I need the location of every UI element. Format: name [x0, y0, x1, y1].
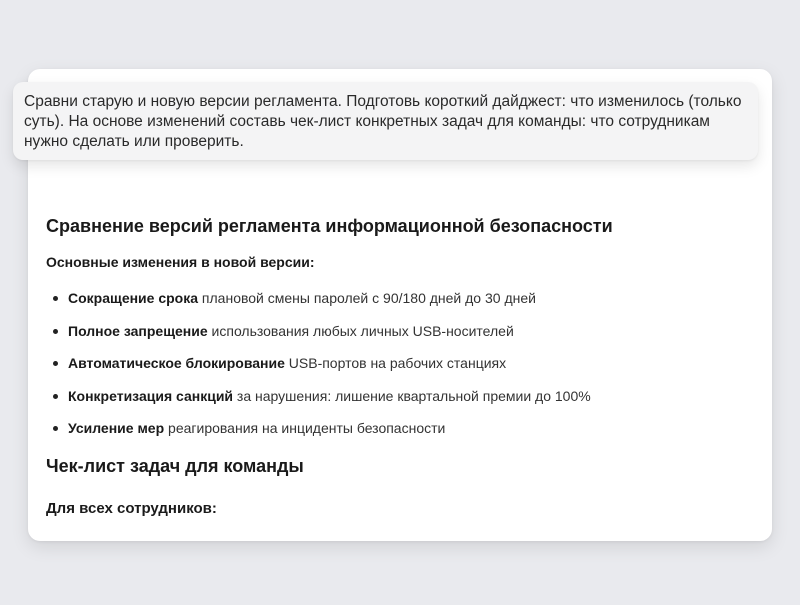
list-item-text: использования любых личных USB-носителей: [207, 322, 514, 339]
list-item: Автоматическое блокирование USB-портов н…: [53, 353, 746, 373]
user-prompt-text: Сравни старую и новую версии регламента.…: [24, 93, 742, 150]
bullet-icon: [53, 361, 58, 366]
list-item: Полное запрещение использования любых ли…: [53, 321, 746, 341]
bullet-icon: [53, 296, 58, 301]
user-prompt-bubble: Сравни старую и новую версии регламента.…: [13, 82, 758, 160]
bullet-icon: [53, 393, 58, 399]
list-item-bold: Сокращение срока: [68, 290, 199, 306]
list-item-text: USB-портов на рабочих станциях: [284, 355, 507, 371]
list-item-text: реагирования на инциденты безопасности: [164, 420, 446, 436]
response-title: Сравнение версий регламента информационн…: [46, 216, 613, 236]
list-item-bold: Полное запрещение: [68, 322, 208, 339]
list-item: Сокращение срока плановой смены паролей …: [53, 288, 746, 308]
list-item-text: за нарушения: лишение квартальной премии…: [233, 387, 591, 404]
checklist-title: Чек-лист задач для команды: [46, 456, 304, 476]
list-item-bold: Усиление мер: [68, 420, 165, 436]
all-employees-heading: Для всех сотрудников:: [46, 500, 217, 517]
bullet-icon: [53, 426, 58, 431]
changes-list: Сокращение срока плановой смены паролей …: [46, 288, 746, 438]
list-item: Усиление мер реагирования на инциденты б…: [53, 418, 746, 438]
list-item: Конкретизация санкций за нарушения: лише…: [53, 386, 746, 406]
list-item-bold: Автоматическое блокирование: [68, 355, 285, 371]
bullet-icon: [53, 328, 58, 334]
changes-heading: Основные изменения в новой версии:: [46, 254, 315, 270]
list-item-bold: Конкретизация санкций: [68, 387, 234, 404]
list-item-text: плановой смены паролей с 90/180 дней до …: [198, 290, 536, 306]
assistant-response: Сравнение версий регламента информационн…: [46, 212, 746, 520]
